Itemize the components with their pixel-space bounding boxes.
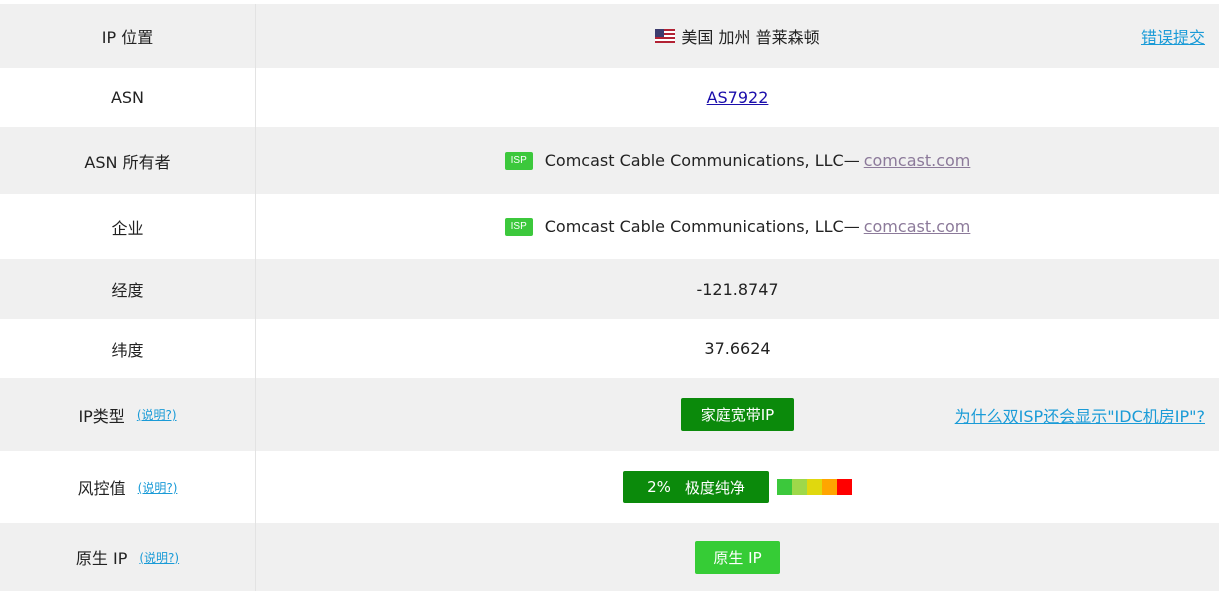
risk-label: 风控值 [77,479,126,498]
latitude-label: 纬度 [0,319,256,378]
asn-owner-domain-link[interactable]: comcast.com [864,151,971,170]
native-ip-badge: 原生 IP [695,540,780,574]
company-value-cell: ISP Comcast Cable Communications, LLC— c… [256,194,1219,259]
risk-help-link[interactable]: (说明?) [138,479,178,496]
company-domain-link[interactable]: comcast.com [864,217,971,236]
ip-type-badge: 家庭宽带IP [681,398,794,431]
row-longitude: 经度 -121.8747 [0,259,1219,319]
row-native-ip: 原生 IP (说明?) 原生 IP [0,523,1219,591]
row-latitude: 纬度 37.6624 [0,319,1219,378]
ip-info-table: IP 位置 美国 加州 普莱森顿 错误提交 ASN AS7922 ASN 所有者… [0,4,1219,591]
risk-scale-segment-1 [777,479,792,495]
company-name: Comcast Cable Communications, LLC— [544,217,860,236]
isp-badge: ISP [504,151,533,170]
asn-owner-name: Comcast Cable Communications, LLC— [544,151,860,170]
asn-owner-value-cell: ISP Comcast Cable Communications, LLC— c… [256,127,1219,194]
native-ip-label: 原生 IP [75,549,128,568]
risk-value-cell: 2% 极度纯净 [256,451,1219,523]
report-error-link[interactable]: 错误提交 [1141,24,1205,48]
longitude-value: -121.8747 [696,279,779,299]
row-ip-location: IP 位置 美国 加州 普莱森顿 错误提交 [0,4,1219,68]
native-ip-label-cell: 原生 IP (说明?) [0,523,256,591]
ip-type-label-cell: IP类型 (说明?) [0,378,256,451]
ip-type-value-cell: 家庭宽带IP 为什么双ISP还会显示"IDC机房IP"? [256,378,1219,451]
row-company: 企业 ISP Comcast Cable Communications, LLC… [0,194,1219,259]
company-label: 企业 [0,194,256,259]
asn-link[interactable]: AS7922 [707,88,769,107]
isp-badge: ISP [504,217,533,236]
asn-label: ASN [0,68,256,127]
ip-location-label: IP 位置 [0,4,256,68]
ip-type-label: IP类型 [78,406,125,426]
ip-type-help-link[interactable]: (说明?) [137,406,177,423]
dual-isp-faq-link[interactable]: 为什么双ISP还会显示"IDC机房IP"? [955,403,1205,427]
risk-scale-segment-4 [822,479,837,495]
native-ip-help-link[interactable]: (说明?) [139,549,179,566]
row-asn: ASN AS7922 [0,68,1219,127]
latitude-value: 37.6624 [704,339,771,358]
risk-scale [777,479,852,495]
us-flag-icon [655,29,676,43]
risk-percent: 2% [647,478,671,496]
asn-value-cell: AS7922 [256,68,1219,127]
ip-location-value: 美国 加州 普莱森顿 [681,28,820,47]
row-risk-score: 风控值 (说明?) 2% 极度纯净 [0,451,1219,523]
asn-owner-label: ASN 所有者 [0,127,256,194]
risk-score-badge: 2% 极度纯净 [623,471,769,503]
risk-level: 极度纯净 [684,478,745,497]
risk-label-cell: 风控值 (说明?) [0,451,256,523]
native-ip-value-cell: 原生 IP [256,523,1219,591]
ip-location-value-cell: 美国 加州 普莱森顿 错误提交 [256,4,1219,68]
risk-scale-segment-3 [807,479,822,495]
row-asn-owner: ASN 所有者 ISP Comcast Cable Communications… [0,127,1219,194]
row-ip-type: IP类型 (说明?) 家庭宽带IP 为什么双ISP还会显示"IDC机房IP"? [0,378,1219,451]
risk-scale-segment-5 [837,479,852,495]
longitude-label: 经度 [0,259,256,319]
risk-scale-segment-2 [792,479,807,495]
